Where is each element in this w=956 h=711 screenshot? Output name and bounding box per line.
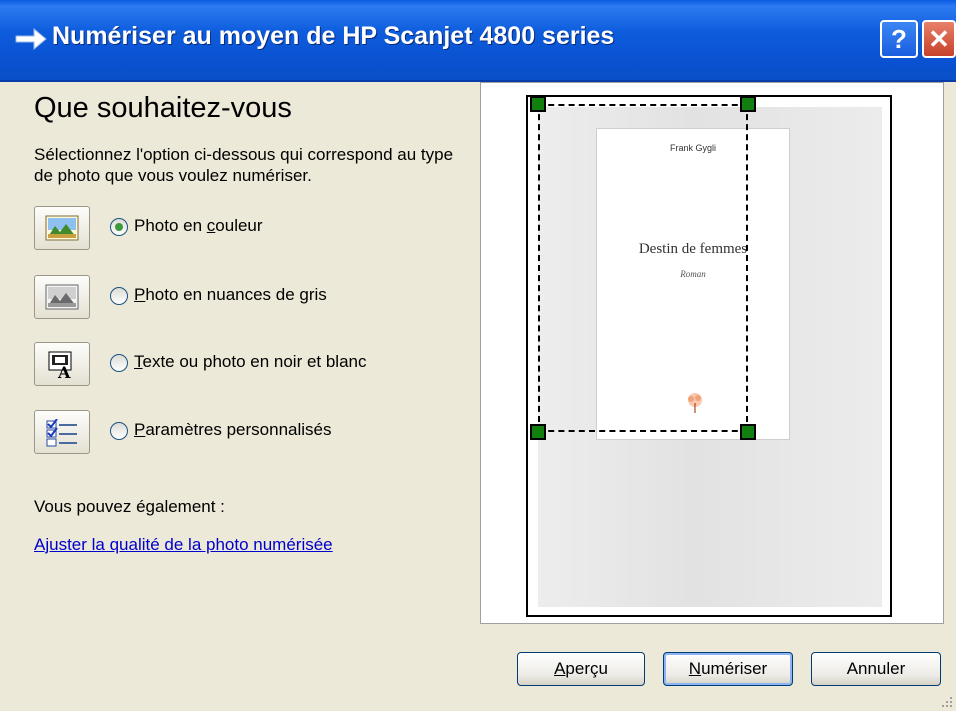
- scan-dialog: Numériser au moyen de HP Scanjet 4800 se…: [0, 0, 956, 711]
- radio-grayscale-photo[interactable]: [110, 287, 128, 305]
- preview-button[interactable]: Aperçu: [517, 652, 645, 686]
- resize-handle-top-left[interactable]: [530, 96, 546, 112]
- window-title: Numériser au moyen de HP Scanjet 4800 se…: [52, 22, 615, 50]
- option-label-color-photo[interactable]: Photo en couleur: [134, 216, 263, 236]
- grayscale-photo-icon[interactable]: [34, 275, 90, 319]
- text-bw-icon[interactable]: A: [34, 342, 90, 386]
- radio-selected-dot: [115, 223, 123, 231]
- close-button[interactable]: ✕: [922, 20, 956, 58]
- svg-text:A: A: [57, 363, 71, 379]
- radio-text-bw[interactable]: [110, 354, 128, 372]
- instructions-text: Sélectionnez l'option ci-dessous qui cor…: [34, 145, 454, 185]
- resize-handle-top-right[interactable]: [740, 96, 756, 112]
- color-photo-icon[interactable]: [34, 206, 90, 250]
- scanner-arrow-icon: [15, 27, 47, 51]
- cancel-button[interactable]: Annuler: [811, 652, 941, 686]
- resize-handle-bottom-right[interactable]: [740, 424, 756, 440]
- custom-settings-icon[interactable]: [34, 410, 90, 454]
- also-label: Vous pouvez également :: [34, 497, 225, 516]
- options-panel: Que souhaitez-vous Sélectionnez l'option…: [0, 82, 470, 711]
- option-label-text-bw[interactable]: Texte ou photo en noir et blanc: [134, 352, 367, 372]
- radio-custom-settings[interactable]: [110, 422, 128, 440]
- resize-handle-bottom-left[interactable]: [530, 424, 546, 440]
- title-bar[interactable]: Numériser au moyen de HP Scanjet 4800 se…: [0, 0, 956, 82]
- option-label-grayscale-photo[interactable]: Photo en nuances de gris: [134, 285, 327, 305]
- page-title: Que souhaitez-vous: [34, 92, 292, 124]
- scan-preview-pane[interactable]: Frank Gygli Destin de femmes Roman: [480, 82, 944, 624]
- help-button[interactable]: ?: [880, 20, 918, 58]
- option-label-custom-settings[interactable]: Paramètres personnalisés: [134, 420, 332, 440]
- selection-rectangle[interactable]: [538, 104, 748, 432]
- resize-grip-icon[interactable]: [940, 695, 954, 709]
- scan-button[interactable]: Numériser: [663, 652, 793, 686]
- adjust-quality-link[interactable]: Ajuster la qualité de la photo numérisée: [34, 535, 333, 555]
- radio-color-photo[interactable]: [110, 218, 128, 236]
